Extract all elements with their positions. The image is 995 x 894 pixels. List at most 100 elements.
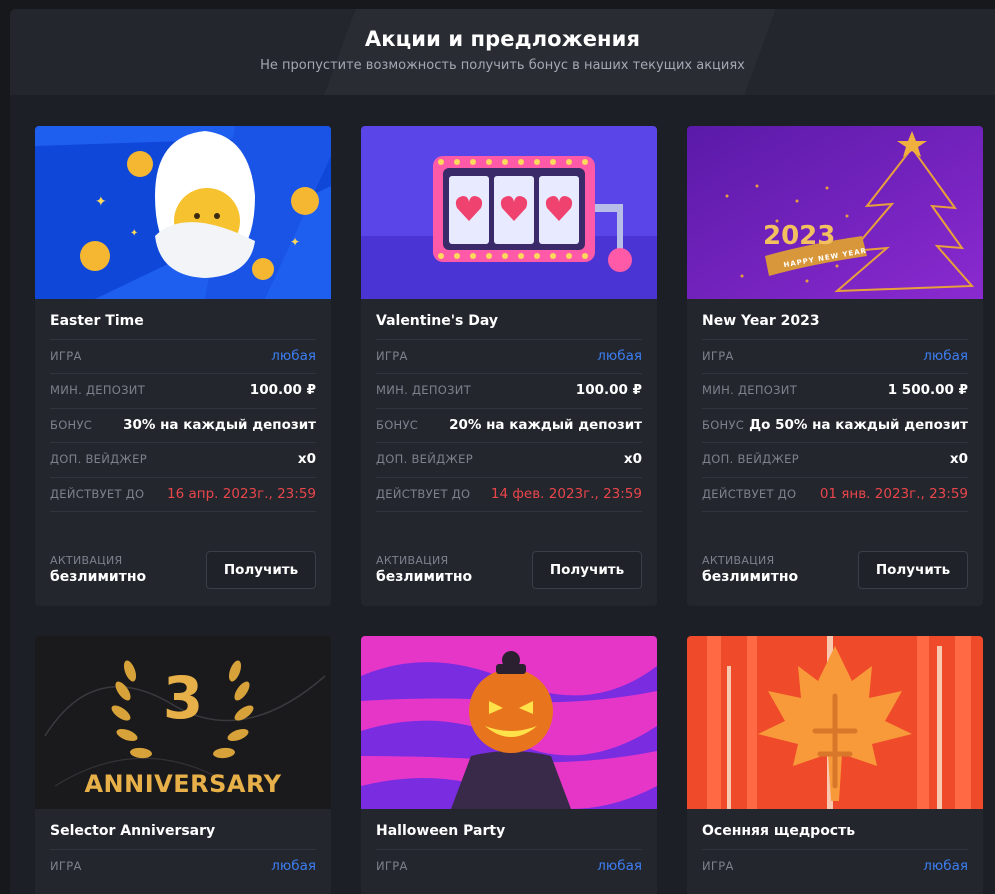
activation-label: АКТИВАЦИЯ [50, 554, 123, 567]
get-bonus-button[interactable]: Получить [206, 551, 316, 589]
promo-image [687, 636, 983, 809]
promo-card-autumn: Осенняя щедрость ИГРА любая [687, 636, 983, 894]
row-bonus: БОНУС 30% на каждый депозит [50, 408, 316, 443]
row-label: ИГРА [50, 859, 82, 873]
page-subtitle: Не пропустите возможность получить бонус… [260, 58, 745, 73]
row-value: x0 [623, 451, 642, 467]
divider [702, 511, 968, 512]
row-label: БОНУС [702, 418, 745, 432]
get-bonus-button[interactable]: Получить [858, 551, 968, 589]
row-value: 16 апр. 2023г., 23:59 [167, 486, 316, 502]
game-link[interactable]: любая [923, 348, 968, 364]
header-decoration [324, 9, 776, 95]
row-value: 14 фев. 2023г., 23:59 [490, 486, 642, 502]
row-label: БОНУС [50, 418, 93, 432]
row-label: ДЕЙСТВУЕТ ДО [50, 487, 145, 501]
row-label: ИГРА [50, 349, 82, 363]
promo-title: Easter Time [50, 313, 144, 329]
row-label: БОНУС [376, 418, 419, 432]
row-label: МИН. ДЕПОЗИТ [376, 383, 472, 397]
svg-text:✦: ✦ [290, 235, 300, 249]
row-value: До 50% на каждый депозит [749, 417, 968, 433]
row-valid-until: ДЕЙСТВУЕТ ДО 14 фев. 2023г., 23:59 [376, 477, 642, 512]
row-valid-until: ДЕЙСТВУЕТ ДО 16 апр. 2023г., 23:59 [50, 477, 316, 512]
row-value: 100.00 ₽ [575, 382, 642, 398]
row-min-deposit: МИН. ДЕПОЗИТ 1 500.00 ₽ [702, 373, 968, 408]
promo-title: New Year 2023 [702, 313, 820, 329]
promo-image [361, 636, 657, 809]
promo-card-anniversary: 3 ANNIVERSARY Selector Anniversary ИГРА … [35, 636, 331, 894]
promo-card-easter: ✦ ✦ ✦ Easter Time ИГРА любая МИН. ДЕПОЗИ… [35, 126, 331, 606]
row-value: 01 янв. 2023г., 23:59 [819, 486, 968, 502]
row-wager: ДОП. ВЕЙДЖЕР x0 [50, 442, 316, 477]
promotions-page: Акции и предложения Не пропустите возмож… [10, 9, 995, 894]
promo-title: Valentine's Day [376, 313, 498, 329]
row-game: ИГРА любая [376, 339, 642, 374]
game-link[interactable]: любая [271, 858, 316, 874]
year-text: 2023 [763, 221, 836, 251]
row-label: ИГРА [702, 859, 734, 873]
row-min-deposit: МИН. ДЕПОЗИТ 100.00 ₽ [376, 373, 642, 408]
row-label: ИГРА [702, 349, 734, 363]
row-valid-until: ДЕЙСТВУЕТ ДО 01 янв. 2023г., 23:59 [702, 477, 968, 512]
row-value: x0 [297, 451, 316, 467]
game-link[interactable]: любая [271, 348, 316, 364]
row-game: ИГРА любая [50, 339, 316, 374]
game-link[interactable]: любая [597, 348, 642, 364]
row-value: x0 [949, 451, 968, 467]
promo-image: 3 ANNIVERSARY [35, 636, 331, 809]
promo-title: Selector Anniversary [50, 823, 216, 839]
row-label: ДОП. ВЕЙДЖЕР [702, 452, 799, 466]
row-wager: ДОП. ВЕЙДЖЕР x0 [376, 442, 642, 477]
row-game: ИГРА любая [702, 339, 968, 374]
activation-label: АКТИВАЦИЯ [702, 554, 775, 567]
row-label: МИН. ДЕПОЗИТ [702, 383, 798, 397]
activation-label: АКТИВАЦИЯ [376, 554, 449, 567]
promo-image [361, 126, 657, 299]
svg-text:✦: ✦ [95, 194, 107, 210]
promo-title: Осенняя щедрость [702, 823, 856, 839]
promo-image: 2023 HAPPY NEW YEAR [687, 126, 983, 299]
row-game: ИГРА любая [376, 849, 642, 884]
row-value: 30% на каждый депозит [123, 417, 316, 433]
slot-machine-hearts-image [361, 126, 657, 299]
svg-text:✦: ✦ [130, 228, 138, 239]
divider [376, 511, 642, 512]
row-label: ДОП. ВЕЙДЖЕР [376, 452, 473, 466]
row-label: ДЕЙСТВУЕТ ДО [376, 487, 471, 501]
page-title: Акции и предложения [364, 27, 641, 51]
promo-card-valentines: Valentine's Day ИГРА любая МИН. ДЕПОЗИТ … [361, 126, 657, 606]
row-game: ИГРА любая [50, 849, 316, 884]
pumpkin-character-image [361, 636, 657, 809]
row-min-deposit: МИН. ДЕПОЗИТ 100.00 ₽ [50, 373, 316, 408]
easter-egg-coin-image: ✦ ✦ ✦ [35, 126, 331, 299]
anniversary-word: ANNIVERSARY [84, 770, 282, 798]
row-game: ИГРА любая [702, 849, 968, 884]
activation-value: безлимитно [376, 569, 473, 585]
promo-title: Halloween Party [376, 823, 506, 839]
anniversary-number: 3 [162, 664, 204, 732]
row-wager: ДОП. ВЕЙДЖЕР x0 [702, 442, 968, 477]
row-label: ДОП. ВЕЙДЖЕР [50, 452, 147, 466]
row-value: 1 500.00 ₽ [887, 382, 968, 398]
row-label: ИГРА [376, 859, 408, 873]
new-year-tree-image [687, 126, 983, 299]
row-label: ДЕЙСТВУЕТ ДО [702, 487, 797, 501]
promo-image: ✦ ✦ ✦ [35, 126, 331, 299]
activation-value: безлимитно [50, 569, 147, 585]
page-header: Акции и предложения Не пропустите возмож… [10, 9, 995, 95]
row-value: 100.00 ₽ [249, 382, 316, 398]
row-bonus: БОНУС До 50% на каждый депозит [702, 408, 968, 443]
promo-card-halloween: Halloween Party ИГРА любая [361, 636, 657, 894]
row-bonus: БОНУС 20% на каждый депозит [376, 408, 642, 443]
row-label: ИГРА [376, 349, 408, 363]
row-label: МИН. ДЕПОЗИТ [50, 383, 146, 397]
get-bonus-button[interactable]: Получить [532, 551, 642, 589]
promo-card-new-year: 2023 HAPPY NEW YEAR New Year 2023 ИГРА л… [687, 126, 983, 606]
row-value: 20% на каждый депозит [449, 417, 642, 433]
divider [50, 511, 316, 512]
activation-value: безлимитно [702, 569, 799, 585]
game-link[interactable]: любая [597, 858, 642, 874]
maple-leaf-image [687, 636, 983, 809]
game-link[interactable]: любая [923, 858, 968, 874]
